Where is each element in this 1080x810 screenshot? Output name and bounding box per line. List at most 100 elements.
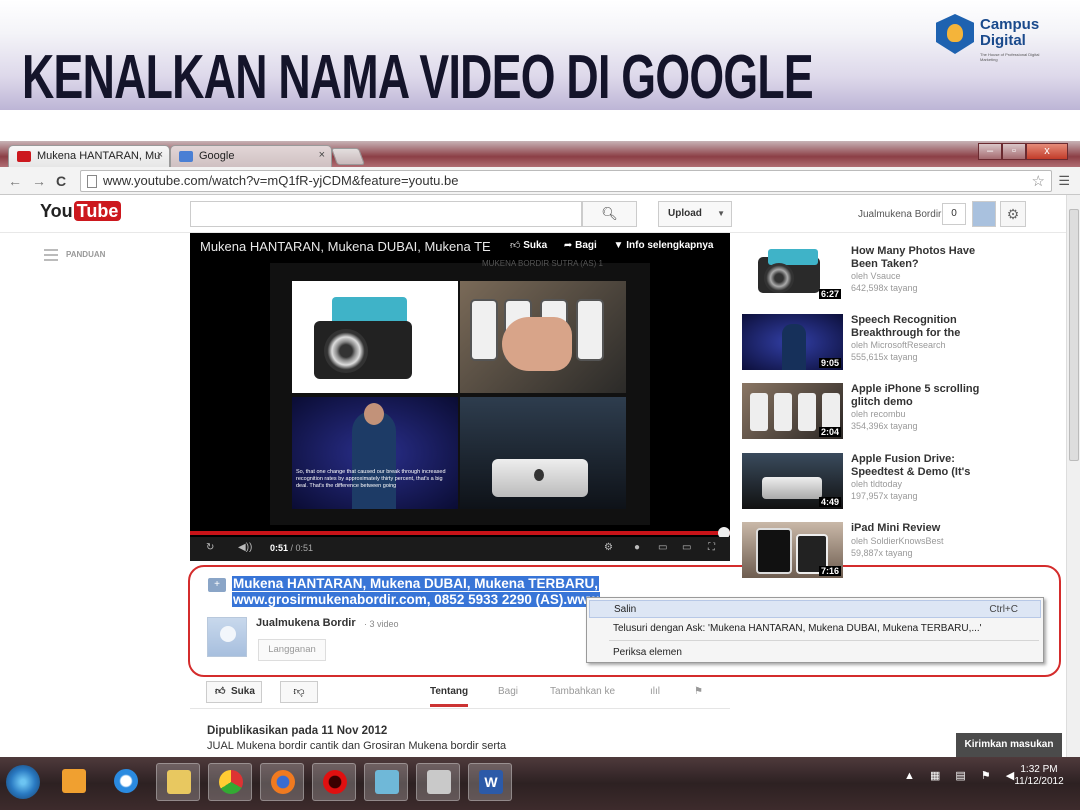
chrome-icon bbox=[219, 770, 243, 794]
back-arrow-icon[interactable]: ← bbox=[8, 173, 22, 189]
close-window-button[interactable]: x bbox=[1026, 143, 1068, 160]
settings-icon[interactable]: ⚙ bbox=[604, 542, 613, 553]
upload-button[interactable]: Upload ▼ bbox=[658, 201, 732, 227]
player-info-button[interactable]: ▼ Info selengkapnya bbox=[614, 240, 714, 251]
related-title[interactable]: How Many Photos Have Been Taken? bbox=[851, 245, 991, 270]
menu-item-inspect[interactable]: Periksa elemen bbox=[589, 644, 1041, 662]
related-video[interactable]: 4:49 Apple Fusion Drive: Speedtest & Dem… bbox=[742, 453, 992, 513]
video-thumbnail[interactable]: 9:05 bbox=[742, 314, 843, 370]
video-description: JUAL Mukena bordir cantik dan Grosiran M… bbox=[207, 740, 507, 752]
dislike-button[interactable]: 👎︎ bbox=[280, 681, 318, 703]
feedback-button[interactable]: Kirimkan masukan bbox=[956, 733, 1062, 757]
taskbar-media-player[interactable] bbox=[52, 763, 96, 801]
address-bar[interactable]: www.youtube.com/watch?v=mQ1fR-yjCDM&feat… bbox=[80, 170, 1052, 192]
gear-icon[interactable]: ⚙ bbox=[1000, 201, 1026, 227]
tab-add-to[interactable]: Tambahkan ke bbox=[550, 686, 615, 697]
publish-date: Dipublikasikan pada 11 Nov 2012 bbox=[207, 725, 388, 737]
search-button[interactable]: 🔍︎ bbox=[582, 201, 637, 227]
duration-badge: 9:05 bbox=[818, 358, 841, 368]
tab-about[interactable]: Tentang bbox=[430, 686, 469, 707]
chrome-menu-icon[interactable]: ☰ bbox=[1058, 173, 1070, 189]
youtube-logo[interactable]: You Tube bbox=[40, 201, 122, 222]
menu-item-search-ask[interactable]: Telusuri dengan Ask: 'Mukena HANTARAN, M… bbox=[589, 620, 1041, 638]
guide-menu[interactable]: PANDUAN bbox=[44, 249, 105, 261]
related-title[interactable]: Apple Fusion Drive: Speedtest & Demo (It… bbox=[851, 453, 991, 478]
stats-icon[interactable]: ılıl bbox=[650, 686, 660, 697]
tab-close-icon[interactable]: × bbox=[157, 149, 163, 161]
hamburger-icon bbox=[44, 249, 58, 261]
tab-google[interactable]: Google × bbox=[170, 145, 332, 167]
fullscreen-icon[interactable]: ⛶ bbox=[708, 542, 715, 553]
taskbar-opera[interactable] bbox=[312, 763, 356, 801]
search-input[interactable] bbox=[190, 201, 582, 227]
related-channel: oleh tldtoday bbox=[851, 479, 903, 489]
campus-digital-logo: Campus Digital The House of Professional… bbox=[936, 14, 1066, 68]
subtitle-text: So, that one change that caused our brea… bbox=[296, 469, 446, 489]
reload-icon[interactable]: C bbox=[56, 173, 66, 189]
video-thumbnail[interactable]: 6:27 bbox=[742, 245, 843, 301]
taskbar-notepad[interactable] bbox=[364, 763, 408, 801]
related-video[interactable]: 7:16 iPad Mini Review oleh SoldierKnowsB… bbox=[742, 522, 992, 582]
hand-icon bbox=[502, 317, 572, 371]
maximize-button[interactable]: ▫ bbox=[1002, 143, 1026, 160]
new-tab-button[interactable] bbox=[330, 148, 366, 165]
taskbar-word[interactable]: W bbox=[468, 763, 512, 801]
notification-count[interactable]: 0 bbox=[942, 203, 966, 225]
taskbar-paint[interactable] bbox=[416, 763, 460, 801]
page-scrollbar[interactable] bbox=[1066, 195, 1080, 757]
progress-bar[interactable] bbox=[190, 527, 730, 539]
opera-icon bbox=[323, 770, 347, 794]
bookmark-star-icon[interactable]: ☆ bbox=[1032, 172, 1045, 190]
player-share-button[interactable]: ➦ Bagi bbox=[564, 240, 597, 251]
thumbs-up-icon: 👍︎ bbox=[215, 686, 226, 697]
logo-tagline: The House of Professional Digital Market… bbox=[980, 52, 1040, 62]
browser-screenshot: Mukena HANTARAN, Mu × Google × – ▫ x ← →… bbox=[0, 141, 1080, 810]
volume-icon[interactable]: ◀)) bbox=[238, 542, 252, 553]
avatar[interactable] bbox=[972, 201, 996, 227]
like-button[interactable]: 👍︎ Suka bbox=[206, 681, 262, 703]
related-title[interactable]: iPad Mini Review bbox=[851, 522, 991, 535]
mac-thumbnail bbox=[460, 397, 626, 509]
system-tray[interactable]: ▲ ▦ ▤ ⚑ ◀ bbox=[904, 769, 1020, 782]
taskbar-chrome[interactable] bbox=[208, 763, 252, 801]
video-thumbnail[interactable]: 4:49 bbox=[742, 453, 843, 509]
menu-item-copy[interactable]: Salin Ctrl+C bbox=[589, 600, 1041, 618]
video-player[interactable]: Mukena HANTARAN, Mukena DUBAI, Mukena TE… bbox=[190, 233, 730, 561]
duration-badge: 4:49 bbox=[818, 497, 841, 507]
player-controls: ↻ ◀)) 0:51 / 0:51 ⚙ ● ▭ ▭ ⛶ bbox=[190, 537, 730, 561]
watch-later-icon[interactable]: ● bbox=[634, 542, 640, 553]
youtube-header: You Tube 🔍︎ Upload ▼ Jualmukena Bordir 0 ⚙ bbox=[0, 195, 1080, 233]
taskbar-explorer[interactable] bbox=[156, 763, 200, 801]
player-like-button[interactable]: 👍︎ Suka bbox=[510, 240, 547, 251]
system-clock[interactable]: 1:32 PM 11/12/2012 bbox=[1010, 764, 1068, 788]
tab-close-icon[interactable]: × bbox=[319, 149, 325, 161]
tab-youtube[interactable]: Mukena HANTARAN, Mu × bbox=[8, 145, 170, 167]
related-video[interactable]: 6:27 How Many Photos Have Been Taken? ol… bbox=[742, 245, 992, 305]
account-name[interactable]: Jualmukena Bordir bbox=[858, 209, 941, 220]
windows-taskbar: W ▲ ▦ ▤ ⚑ ◀ 1:32 PM 11/12/2012 bbox=[0, 757, 1080, 810]
tab-share[interactable]: Bagi bbox=[498, 686, 518, 697]
video-thumbnail[interactable]: 2:04 bbox=[742, 383, 843, 439]
internet-explorer-icon bbox=[114, 769, 138, 793]
related-title[interactable]: Apple iPhone 5 scrolling glitch demo bbox=[851, 383, 991, 408]
minimize-button[interactable]: – bbox=[978, 143, 1002, 160]
flag-icon[interactable]: ⚑ bbox=[694, 686, 703, 697]
video-thumbnail[interactable]: 7:16 bbox=[742, 522, 843, 578]
forward-arrow-icon[interactable]: → bbox=[32, 173, 46, 189]
related-video[interactable]: 9:05 Speech Recognition Breakthrough for… bbox=[742, 314, 992, 374]
scrollbar-thumb[interactable] bbox=[1069, 209, 1079, 461]
camera-icon bbox=[324, 329, 368, 373]
related-title[interactable]: Speech Recognition Breakthrough for the bbox=[851, 314, 991, 339]
small-player-icon[interactable]: ▭ bbox=[658, 542, 667, 553]
tab-strip: Mukena HANTARAN, Mu × Google × – ▫ x bbox=[0, 141, 1080, 167]
replay-icon[interactable]: ↻ bbox=[206, 542, 214, 553]
related-channel: oleh recombu bbox=[851, 409, 906, 419]
person-icon bbox=[364, 403, 384, 425]
taskbar-firefox[interactable] bbox=[260, 763, 304, 801]
related-video[interactable]: 2:04 Apple iPhone 5 scrolling glitch dem… bbox=[742, 383, 992, 443]
chevron-down-icon[interactable]: ▼ bbox=[717, 202, 725, 226]
large-player-icon[interactable]: ▭ bbox=[682, 542, 691, 553]
slide-title: KENALKAN NAMA VIDEO DI GOOGLE bbox=[22, 43, 814, 112]
taskbar-internet-explorer[interactable] bbox=[104, 763, 148, 801]
start-button[interactable] bbox=[6, 765, 40, 799]
